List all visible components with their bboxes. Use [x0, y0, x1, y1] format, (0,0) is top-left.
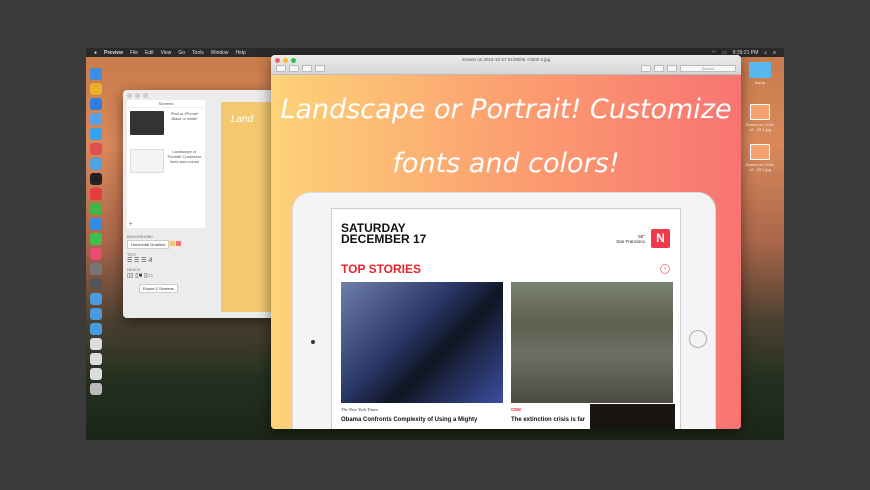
menu-file[interactable]: File: [130, 50, 138, 56]
preview-toolbar: Screen on 2016-12-27 01/08/05 +0000 2.jp…: [271, 55, 741, 75]
story-title: Obama Confronts Complexity of Using a Mi…: [341, 417, 478, 423]
desktop-file[interactable]: Screen on 2016-12...09 2.jpg: [740, 144, 780, 172]
document-icon[interactable]: [90, 338, 102, 350]
story-title: The extinction crisis is far: [511, 417, 586, 423]
screens-list: Screens iPad or iPhone! Black or white! …: [127, 100, 205, 228]
spotlight-icon[interactable]: ⌕: [764, 50, 767, 56]
dock: [87, 68, 105, 395]
window-title: Screen on 2016-12-27 01/08/05 +0000 2.jp…: [461, 57, 551, 62]
camera-icon: [311, 340, 315, 344]
document-icon[interactable]: [90, 353, 102, 365]
folder-icon[interactable]: [90, 308, 102, 320]
desktop-icon-label: Screen on 2016-12...09 1.jpg: [745, 122, 775, 132]
apple-menu-icon[interactable]: ●: [94, 50, 97, 56]
color-swatch-start[interactable]: [170, 241, 176, 246]
background-label: BACKGROUND: [127, 235, 153, 239]
ipad-frame: SATURDAY DECEMBER 17 50° San Francisco N T…: [292, 192, 716, 429]
zoom-in-button[interactable]: [302, 65, 312, 72]
trash-icon[interactable]: [90, 383, 102, 395]
skype-icon[interactable]: [90, 218, 102, 230]
menu-window[interactable]: Window: [211, 50, 229, 56]
color-swatch-end[interactable]: [176, 241, 182, 246]
image-content: Landscape or Portrait! Customize fonts a…: [271, 75, 741, 429]
desktop-icon-label: dump: [754, 80, 765, 85]
menu-app[interactable]: Preview: [104, 50, 123, 56]
story-source: The New York Times: [341, 407, 378, 412]
calendar-icon[interactable]: [90, 143, 102, 155]
xcode-icon[interactable]: [90, 158, 102, 170]
rotate-button[interactable]: [654, 65, 664, 72]
markup-button[interactable]: [641, 65, 651, 72]
desktop-file[interactable]: Screen on 2016-12...09 1.jpg: [740, 104, 780, 132]
zoom-out-button[interactable]: [289, 65, 299, 72]
add-screen-button[interactable]: +: [129, 222, 133, 228]
list-item[interactable]: iPad or iPhone! Black or white!: [127, 108, 205, 146]
news-screen: SATURDAY DECEMBER 17 50° San Francisco N T…: [331, 208, 681, 429]
chevron-right-icon: ›: [660, 264, 670, 274]
home-button: [689, 330, 707, 348]
text-align-controls[interactable]: ☰ ☰ ☰ 𝐴: [127, 257, 181, 265]
chrome-icon[interactable]: [90, 83, 102, 95]
screen-thumbnail: [130, 111, 165, 135]
story-source: CNN: [511, 407, 521, 412]
safari-icon[interactable]: [90, 98, 102, 110]
section-title: TOP STORIES: [341, 262, 422, 276]
image-file-icon: [750, 144, 770, 160]
terminal-icon[interactable]: [90, 173, 102, 185]
story-image: [511, 282, 673, 403]
search-input[interactable]: Search: [680, 65, 736, 72]
screen-canvas: Land: [221, 102, 276, 312]
desktop: ● Preview File Edit View Go Tools Window…: [86, 48, 784, 440]
menu-help[interactable]: Help: [236, 50, 246, 56]
list-header: Screens: [127, 100, 205, 108]
image-file-icon: [750, 104, 770, 120]
folder-icon: [749, 62, 771, 78]
mail-icon[interactable]: [90, 113, 102, 125]
canvas-headline: Land: [231, 114, 254, 125]
device-controls[interactable]: ▯▯ ▯■ ▯▭: [127, 272, 181, 279]
notification-icon[interactable]: ≡: [773, 50, 776, 56]
messages-icon[interactable]: [90, 203, 102, 215]
weather-city: San Francisco: [616, 239, 645, 244]
appstore-icon[interactable]: [90, 128, 102, 140]
story-image: [341, 282, 503, 403]
share-button[interactable]: [315, 65, 325, 72]
list-item[interactable]: Landscape or Portrait! Customize fonts a…: [127, 146, 205, 184]
sidebar-toggle-button[interactable]: [276, 65, 286, 72]
facetime-icon[interactable]: [90, 233, 102, 245]
preview-window: Screen on 2016-12-27 01/08/05 +0000 2.jp…: [271, 55, 741, 429]
news-app-icon: N: [651, 229, 670, 248]
finder-icon[interactable]: [90, 68, 102, 80]
folder-icon[interactable]: [90, 293, 102, 305]
news-date: DECEMBER 17: [341, 232, 427, 246]
desktop-folder[interactable]: dump: [740, 62, 780, 85]
headline: Landscape or Portrait! Customize fonts a…: [280, 94, 732, 179]
document-icon[interactable]: [90, 368, 102, 380]
screen-caption: iPad or iPhone! Black or white!: [170, 111, 199, 121]
video-thumbnail: [590, 404, 675, 429]
app-icon[interactable]: [90, 188, 102, 200]
preview-icon[interactable]: [90, 278, 102, 290]
desktop-icon-label: Screen on 2016-12...09 2.jpg: [745, 162, 775, 172]
menu-edit[interactable]: Edit: [145, 50, 154, 56]
background-select[interactable]: Horizontal Gradient: [127, 240, 170, 249]
toolbox-button[interactable]: [667, 65, 677, 72]
menu-tools[interactable]: Tools: [192, 50, 204, 56]
screen-caption: Landscape or Portrait! Customize fonts a…: [167, 149, 202, 164]
downloads-icon[interactable]: [90, 323, 102, 335]
settings-icon[interactable]: [90, 263, 102, 275]
screenshot-editor-window: Screens iPad or iPhone! Black or white! …: [123, 90, 276, 318]
itunes-icon[interactable]: [90, 248, 102, 260]
export-button[interactable]: Export 2 Screens: [139, 284, 178, 293]
menu-view[interactable]: View: [161, 50, 172, 56]
screen-thumbnail: [130, 149, 165, 173]
menu-go[interactable]: Go: [178, 50, 185, 56]
